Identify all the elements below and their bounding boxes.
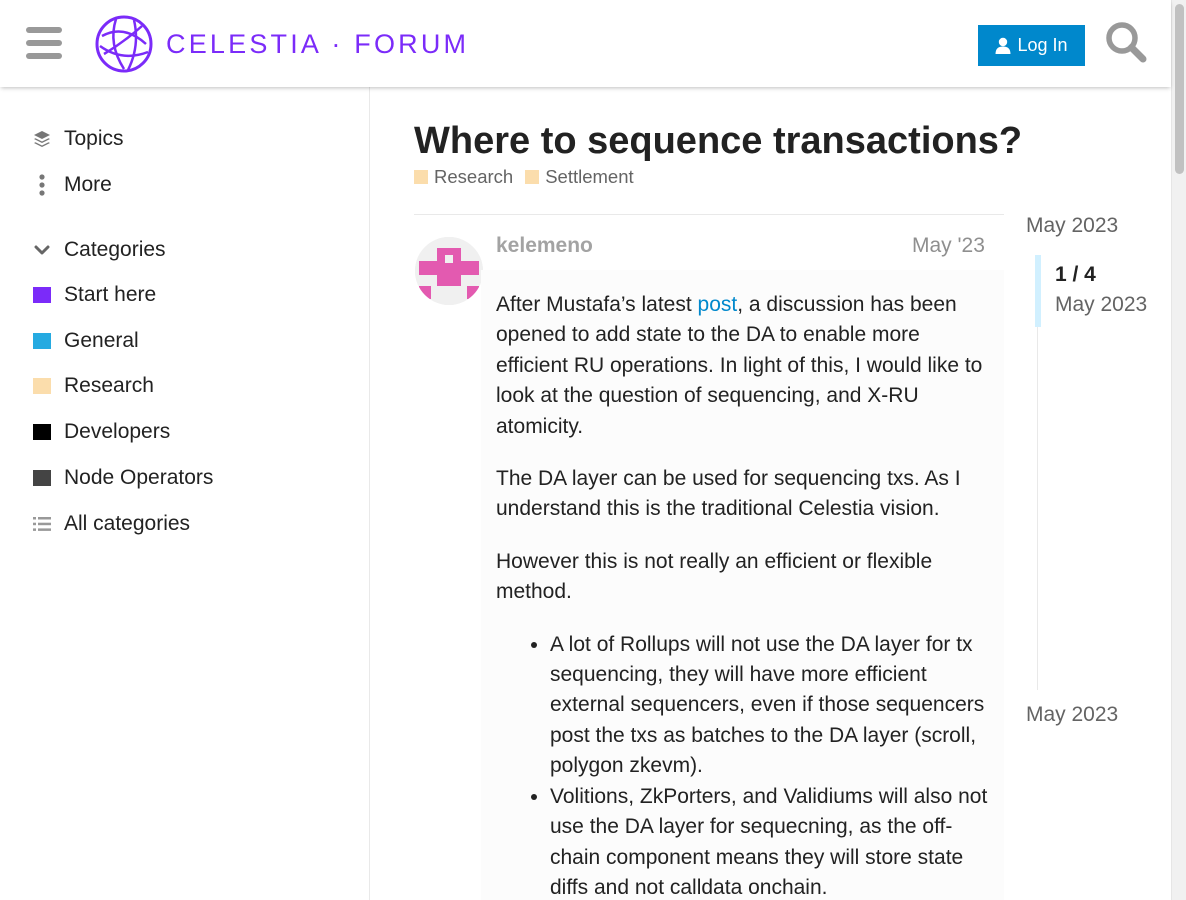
sidebar-item-label: Developers: [64, 420, 171, 443]
sidebar-item-label: Start here: [64, 283, 157, 306]
sidebar-item-start-here[interactable]: Start here: [32, 280, 156, 310]
tag-settlement[interactable]: Settlement: [525, 166, 634, 188]
topic-divider: [414, 214, 1004, 215]
sidebar-item-general[interactable]: General: [32, 326, 139, 356]
user-icon: [995, 37, 1011, 54]
hamburger-menu-icon[interactable]: [26, 27, 62, 59]
site-logo[interactable]: CELESTIA · FORUM: [94, 14, 469, 74]
timeline-scroll-handle[interactable]: [1035, 255, 1041, 327]
sidebar-item-label: Node Operators: [64, 466, 214, 489]
topic-title[interactable]: Where to sequence transactions?: [414, 120, 1022, 163]
post-paragraph: After Mustafa’s latest post, a discussio…: [496, 290, 996, 442]
post-link[interactable]: post: [698, 293, 738, 316]
layers-icon: [32, 130, 52, 148]
post-bullet-list: A lot of Rollups will not use the DA lay…: [496, 630, 996, 900]
sidebar-item-all-categories[interactable]: All categories: [32, 509, 190, 539]
logo-text: CELESTIA · FORUM: [166, 28, 470, 59]
category-color-swatch: [414, 170, 428, 184]
timeline-current-date: May 2023: [1055, 293, 1148, 316]
post-username[interactable]: kelemeno: [496, 234, 593, 258]
category-color-swatch: [33, 333, 51, 349]
post-text-segment: After Mustafa’s latest: [496, 293, 698, 316]
sidebar-item-label: General: [64, 329, 139, 352]
celestia-logo-icon: [95, 15, 153, 73]
tag-label: Research: [434, 166, 514, 187]
list-item: Volitions, ZkPorters, and Validiums will…: [550, 782, 996, 900]
scrollbar-thumb[interactable]: [1175, 4, 1184, 174]
sidebar-section-categories[interactable]: Categories: [32, 235, 166, 265]
log-in-label: Log In: [1017, 35, 1068, 55]
avatar[interactable]: [415, 237, 483, 305]
vertical-ellipsis-icon: [32, 174, 52, 196]
chevron-down-icon: [32, 245, 52, 255]
sidebar-item-label: Topics: [64, 127, 124, 150]
category-color-swatch: [33, 470, 51, 486]
list-icon: [32, 516, 52, 532]
search-icon[interactable]: [1104, 20, 1148, 64]
topic-category-tags: Research Settlement: [414, 166, 634, 188]
category-color-swatch: [33, 378, 51, 394]
timeline-start-date[interactable]: May 2023: [1026, 214, 1118, 238]
sidebar-item-research[interactable]: Research: [32, 371, 154, 401]
timeline-end-date[interactable]: May 2023: [1026, 703, 1118, 727]
post-content: After Mustafa’s latest post, a discussio…: [496, 290, 996, 900]
sidebar-item-topics[interactable]: Topics: [32, 124, 124, 154]
page-scrollbar[interactable]: [1171, 0, 1186, 900]
sidebar-item-more[interactable]: More: [32, 170, 112, 200]
log-in-button[interactable]: Log In: [978, 25, 1085, 66]
post-paragraph: The DA layer can be used for sequencing …: [496, 467, 961, 521]
sidebar: Topics More Categories Start here Genera…: [0, 87, 370, 900]
post-date[interactable]: May '23: [912, 234, 985, 258]
sidebar-item-label: All categories: [64, 512, 191, 535]
site-header: CELESTIA · FORUM Log In: [0, 0, 1171, 87]
category-color-swatch: [33, 424, 51, 440]
post-paragraph: However this is not really an efficient …: [496, 549, 933, 604]
sidebar-item-label: Research: [64, 374, 154, 397]
category-color-swatch: [525, 170, 540, 184]
sidebar-item-developers[interactable]: Developers: [32, 417, 170, 447]
timeline-position: 1 / 4: [1055, 263, 1096, 286]
sidebar-item-label: More: [64, 173, 112, 196]
sidebar-section-label: Categories: [64, 238, 166, 261]
sidebar-item-node-operators[interactable]: Node Operators: [32, 463, 213, 493]
tag-label: Settlement: [545, 166, 634, 187]
category-color-swatch: [33, 287, 51, 303]
tag-research[interactable]: Research: [414, 166, 513, 188]
list-item: A lot of Rollups will not use the DA lay…: [550, 630, 996, 782]
